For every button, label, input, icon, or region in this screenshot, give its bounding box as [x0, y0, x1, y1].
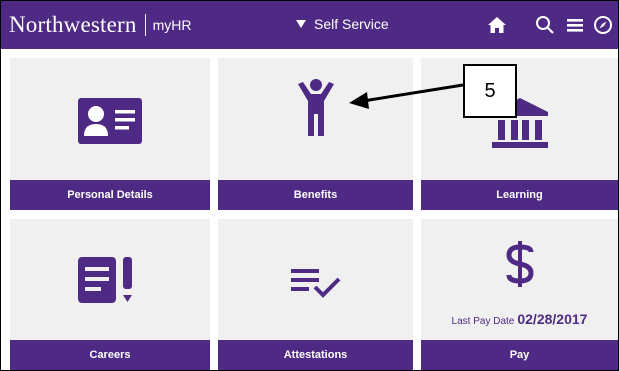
list-check-icon [290, 267, 341, 304]
top-bar: Northwestern myHR Self Service [1, 1, 618, 49]
last-pay-date: 02/28/2017 [517, 311, 588, 327]
last-pay-info: Last Pay Date 02/28/2017 [421, 311, 618, 329]
tile-label: Learning [421, 180, 618, 210]
callout-number: 5 [484, 79, 496, 102]
caret-down-icon [296, 20, 306, 28]
tile-label: Careers [10, 340, 210, 370]
tile-label: Personal Details [10, 180, 210, 210]
brand-subtitle: myHR [152, 17, 192, 33]
compass-icon[interactable] [591, 13, 615, 37]
annotation-callout: 5 [463, 64, 517, 118]
search-icon[interactable] [533, 13, 557, 37]
tile-pay[interactable]: Last Pay Date 02/28/2017 Pay [421, 219, 618, 370]
tile-attestations[interactable]: Attestations [218, 219, 413, 370]
tile-label: Benefits [218, 180, 413, 210]
person-arms-up-icon [296, 78, 336, 143]
self-service-menu[interactable]: Self Service [296, 13, 389, 35]
brand-logo[interactable]: Northwestern myHR [9, 9, 191, 41]
tile-label: Attestations [218, 340, 413, 370]
last-pay-label: Last Pay Date [451, 316, 515, 327]
home-icon[interactable] [485, 13, 509, 37]
brand-divider [144, 14, 146, 36]
app-frame: Northwestern myHR Self Service Personal … [0, 0, 619, 371]
brand-name: Northwestern [9, 12, 137, 37]
tile-label: Pay [421, 340, 618, 370]
tile-careers[interactable]: Careers [10, 219, 210, 370]
document-exclamation-icon [78, 257, 142, 314]
self-service-label: Self Service [314, 16, 389, 32]
menu-icon[interactable] [563, 13, 587, 37]
dollar-icon [505, 241, 535, 292]
tile-personal-details[interactable]: Personal Details [10, 58, 210, 210]
annotation-arrow-icon [349, 83, 464, 109]
id-card-icon [78, 98, 142, 149]
tile-grid: Personal Details Benefits Learning Caree… [10, 58, 618, 370]
